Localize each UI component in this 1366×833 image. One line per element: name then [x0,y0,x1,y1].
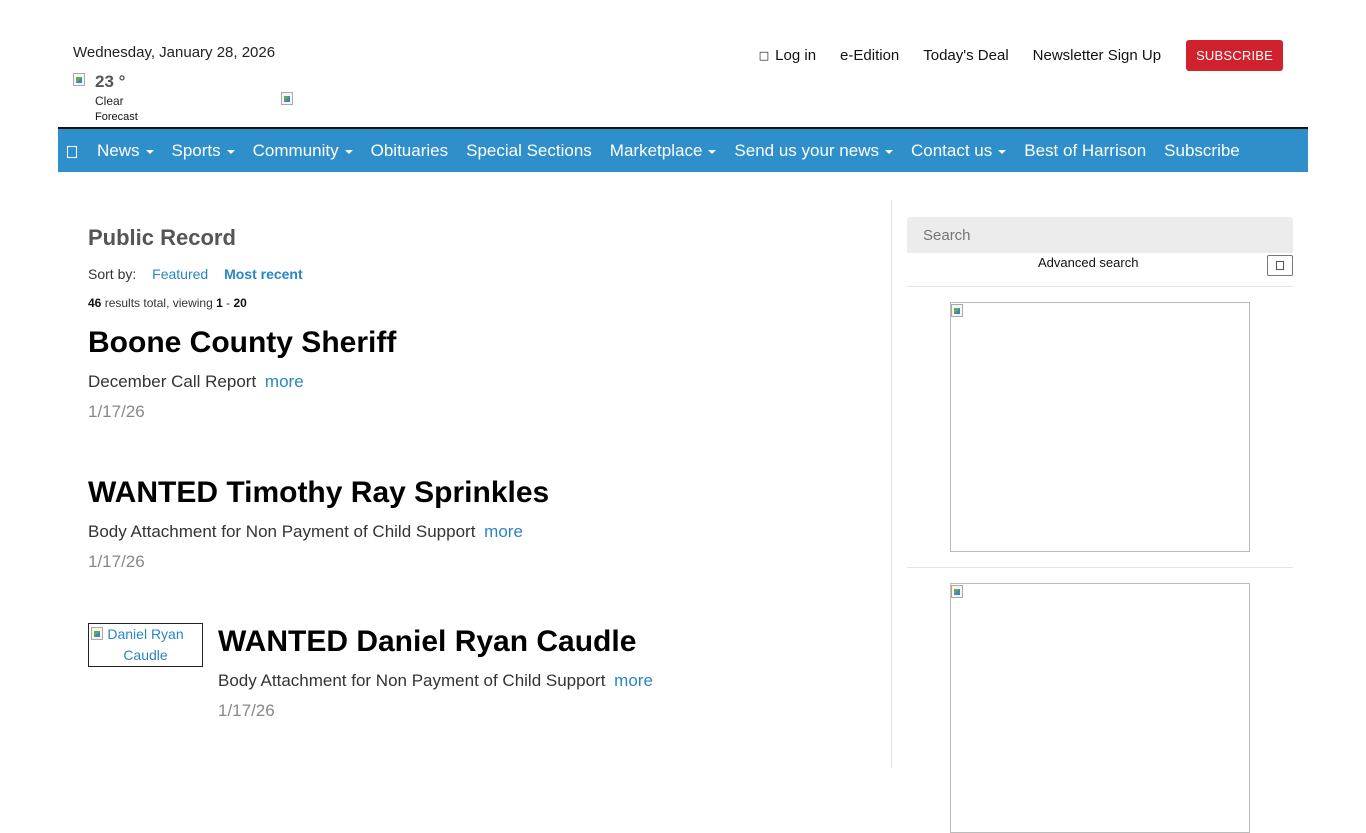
site-logo[interactable] [281,91,295,107]
caret-down-icon [708,149,717,154]
newsletter-signup-link[interactable]: Newsletter Sign Up [1033,47,1161,64]
article-item: WANTED Timothy Ray Sprinkles Body Attach… [88,476,549,572]
subscribe-button[interactable]: SUBSCRIBE [1186,40,1283,71]
search-input[interactable] [907,217,1293,253]
broken-image-icon [951,584,965,600]
nav-item-marketplace[interactable]: Marketplace [601,141,726,161]
article-date: 1/17/26 [88,402,145,421]
nav-item-sports[interactable]: Sports [163,141,244,161]
current-date: Wednesday, January 28, 2026 [73,44,276,61]
page-title: Public Record [88,225,236,250]
search-button[interactable] [1267,255,1293,276]
article-summary: December Call Report more [88,372,304,391]
main-navbar: News Sports Community Obituaries Special… [58,127,1308,172]
weather-widget[interactable]: 23 ° Clear Forecast [73,72,138,123]
sort-featured-link[interactable]: Featured [152,266,208,282]
sort-bar: Sort by: Featured Most recent [88,266,878,282]
article-title[interactable]: Boone County Sheriff [88,326,396,360]
lock-icon: □ [758,49,770,62]
caret-down-icon [226,149,235,154]
article-item: Boone County Sheriff December Call Repor… [88,326,396,422]
nav-item-send-us-your-news[interactable]: Send us your news [725,141,902,161]
advertisement[interactable] [950,583,1250,833]
top-utility-nav: □ Log in e-Edition Today's Deal Newslette… [735,40,1283,71]
column-divider [891,200,892,768]
broken-image-icon [951,303,965,319]
article-date: 1/17/26 [88,552,145,571]
weather-condition: Clear [95,94,124,108]
sort-label: Sort by: [88,266,137,282]
sort-most-recent-link[interactable]: Most recent [224,266,303,282]
todays-deal-link[interactable]: Today's Deal [923,47,1008,64]
nav-item-special-sections[interactable]: Special Sections [457,141,601,161]
nav-item-community[interactable]: Community [244,141,362,161]
results-count: 46 results total, viewing 1 - 20 [88,296,247,310]
sidebar: Advanced search [907,217,1293,276]
nav-item-contact-us[interactable]: Contact us [902,141,1015,161]
more-link[interactable]: more [484,522,523,541]
home-icon[interactable] [66,144,80,158]
article-item: WANTED Daniel Ryan Caudle Body Attachmen… [218,625,653,721]
sidebar-divider [907,286,1293,287]
advanced-search-link[interactable]: Advanced search [1038,255,1138,270]
nav-item-best-of-harrison[interactable]: Best of Harrison [1015,141,1155,161]
article-summary: Body Attachment for Non Payment of Child… [218,671,653,690]
article-thumbnail[interactable]: Daniel Ryan Caudle [88,623,203,667]
weather-temperature: 23 ° [95,72,126,91]
forecast-link[interactable]: Forecast [95,111,138,123]
article-title[interactable]: WANTED Timothy Ray Sprinkles [88,476,549,510]
e-edition-link[interactable]: e-Edition [840,47,899,64]
article-title[interactable]: WANTED Daniel Ryan Caudle [218,625,653,659]
weather-icon [73,72,87,88]
main-content: Public Record Sort by: Featured Most rec… [88,225,878,310]
nav-item-obituaries[interactable]: Obituaries [362,141,457,161]
article-summary: Body Attachment for Non Payment of Child… [88,522,523,541]
search-icon [1276,261,1284,270]
nav-item-news[interactable]: News [88,141,163,161]
sidebar-divider [907,567,1293,568]
more-link[interactable]: more [614,671,653,690]
more-link[interactable]: more [265,372,304,391]
article-date: 1/17/26 [218,701,275,720]
caret-down-icon [885,149,893,154]
advertisement[interactable] [950,302,1250,552]
caret-down-icon [344,149,353,154]
nav-item-subscribe[interactable]: Subscribe [1155,141,1249,161]
broken-image-icon [91,626,105,642]
login-link[interactable]: □ Log in [759,47,816,64]
caret-down-icon [998,149,1007,154]
caret-down-icon [145,149,154,154]
